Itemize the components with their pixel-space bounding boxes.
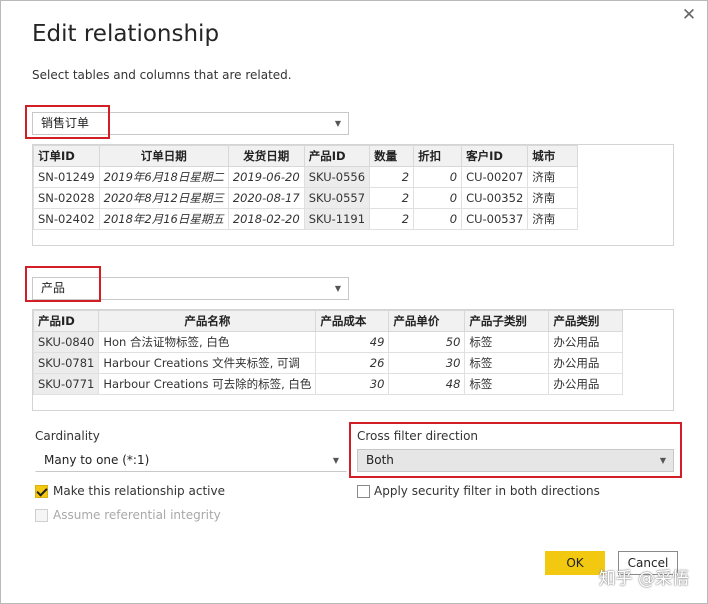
table-cell: CU-00352 bbox=[461, 187, 529, 209]
column-header[interactable]: 产品ID bbox=[32, 310, 100, 332]
chevron-down-icon: ▼ bbox=[332, 456, 339, 465]
column-header[interactable]: 客户ID bbox=[461, 145, 529, 167]
column-header[interactable]: 发货日期 bbox=[227, 145, 305, 167]
table-cell: 办公用品 bbox=[548, 373, 624, 395]
table-cell: SN-02028 bbox=[33, 187, 100, 209]
table-cell: 0 bbox=[413, 187, 463, 209]
table-cell: SKU-0840 bbox=[32, 331, 100, 353]
cross-filter-value: Both bbox=[366, 453, 394, 467]
table-cell: 办公用品 bbox=[548, 331, 624, 353]
security-filter-label[interactable]: Apply security filter in both directions bbox=[374, 484, 600, 498]
table-cell: 2019年6月18日星期二 bbox=[98, 166, 229, 188]
column-header[interactable]: 产品子类别 bbox=[464, 310, 550, 332]
cross-filter-label: Cross filter direction bbox=[357, 429, 479, 443]
table-cell: 2018-02-20 bbox=[227, 208, 305, 230]
table-cell: SKU-0557 bbox=[303, 187, 371, 209]
table2-select-value: 产品 bbox=[41, 281, 66, 295]
table-cell: SKU-0771 bbox=[32, 373, 100, 395]
table-cell: CU-00537 bbox=[461, 208, 529, 230]
cardinality-value: Many to one (*:1) bbox=[44, 453, 150, 467]
table2-select[interactable]: 产品 ▼ bbox=[32, 277, 349, 300]
table-cell: 2020年8月12日星期三 bbox=[98, 187, 229, 209]
table-cell: SKU-0556 bbox=[303, 166, 371, 188]
column-header[interactable]: 产品单价 bbox=[388, 310, 466, 332]
table-cell: 济南 bbox=[527, 187, 579, 209]
security-filter-checkbox[interactable] bbox=[357, 485, 370, 498]
table-cell: Harbour Creations 可去除的标签, 白色 bbox=[98, 373, 317, 395]
table-cell: CU-00207 bbox=[461, 166, 529, 188]
active-checkbox[interactable] bbox=[35, 485, 48, 498]
table-cell: 26 bbox=[315, 352, 390, 374]
table-cell: 2 bbox=[369, 166, 415, 188]
table-cell: 标签 bbox=[464, 352, 550, 374]
table-cell: 2020-08-17 bbox=[227, 187, 305, 209]
table-cell: 30 bbox=[315, 373, 390, 395]
column-header[interactable]: 折扣 bbox=[413, 145, 463, 167]
dialog-subtitle: Select tables and columns that are relat… bbox=[32, 68, 292, 82]
table-cell: SKU-1191 bbox=[303, 208, 371, 230]
referential-integrity-label: Assume referential integrity bbox=[53, 508, 221, 522]
table1-grid: 订单ID 订单日期 发货日期 产品ID 数量 折扣 客户ID 城市 SN-01249 2019年… bbox=[33, 145, 579, 230]
table-row: SKU-0781 Harbour Creations 文件夹标签, 可调 26 30 标… bbox=[32, 352, 624, 374]
table2-grid: 产品ID 产品名称 产品成本 产品单价 产品子类别 产品类别 SKU-0840 Hon 合法… bbox=[32, 310, 624, 395]
column-header[interactable]: 产品类别 bbox=[548, 310, 624, 332]
column-header[interactable]: 数量 bbox=[369, 145, 415, 167]
chevron-down-icon: ▼ bbox=[334, 284, 341, 293]
table-cell: 48 bbox=[388, 373, 466, 395]
table-cell: 2 bbox=[369, 208, 415, 230]
table-cell: Hon 合法证物标签, 白色 bbox=[98, 331, 317, 353]
table-cell: 2 bbox=[369, 187, 415, 209]
column-header[interactable]: 产品ID bbox=[303, 145, 371, 167]
table-row: SKU-0771 Harbour Creations 可去除的标签, 白色 30 48… bbox=[32, 373, 624, 395]
table-cell: 济南 bbox=[527, 208, 579, 230]
table-cell: 50 bbox=[388, 331, 466, 353]
table-cell: 2019-06-20 bbox=[227, 166, 305, 188]
table-cell: 标签 bbox=[464, 373, 550, 395]
table1-select-value: 销售订单 bbox=[41, 116, 90, 130]
column-header[interactable]: 订单日期 bbox=[98, 145, 229, 167]
column-header[interactable]: 城市 bbox=[527, 145, 579, 167]
column-header[interactable]: 产品名称 bbox=[98, 310, 317, 332]
cardinality-label: Cardinality bbox=[35, 429, 100, 443]
table-cell: 标签 bbox=[464, 331, 550, 353]
dialog-title: Edit relationship bbox=[32, 21, 220, 47]
cross-filter-select[interactable]: Both ▼ bbox=[357, 449, 674, 472]
ok-button[interactable]: OK bbox=[545, 551, 605, 575]
referential-integrity-checkbox[interactable] bbox=[35, 509, 48, 522]
table-cell: 0 bbox=[413, 208, 463, 230]
table2-preview: 产品ID 产品名称 产品成本 产品单价 产品子类别 产品类别 SKU-0840 Hon 合法… bbox=[32, 309, 674, 411]
table-cell: 0 bbox=[413, 166, 463, 188]
table-cell: 30 bbox=[388, 352, 466, 374]
cancel-button[interactable]: Cancel bbox=[618, 551, 678, 575]
column-header[interactable]: 订单ID bbox=[33, 145, 100, 167]
column-header[interactable]: 产品成本 bbox=[315, 310, 390, 332]
table-cell: 2018年2月16日星期五 bbox=[98, 208, 229, 230]
table-cell: 济南 bbox=[527, 166, 579, 188]
active-checkbox-label[interactable]: Make this relationship active bbox=[53, 484, 225, 498]
table-cell: SN-02402 bbox=[33, 208, 100, 230]
table1-select[interactable]: 销售订单 ▼ bbox=[32, 112, 349, 135]
table-cell: 49 bbox=[315, 331, 390, 353]
table1-preview: 订单ID 订单日期 发货日期 产品ID 数量 折扣 客户ID 城市 SN-01249 2019年… bbox=[32, 144, 674, 246]
close-icon[interactable]: ✕ bbox=[679, 5, 699, 25]
chevron-down-icon: ▼ bbox=[659, 456, 666, 465]
cardinality-select[interactable]: Many to one (*:1) ▼ bbox=[35, 449, 347, 472]
table-cell: Harbour Creations 文件夹标签, 可调 bbox=[98, 352, 317, 374]
table-row: SN-02402 2018年2月16日星期五 2018-02-20 SKU-1191 2… bbox=[33, 208, 579, 230]
table-cell: SN-01249 bbox=[33, 166, 100, 188]
table-cell: SKU-0781 bbox=[32, 352, 100, 374]
table-row: SKU-0840 Hon 合法证物标签, 白色 49 50 标签 办公用品 bbox=[32, 331, 624, 353]
table-row: SN-02028 2020年8月12日星期三 2020-08-17 SKU-0557 2… bbox=[33, 187, 579, 209]
table-cell: 办公用品 bbox=[548, 352, 624, 374]
table-row: SN-01249 2019年6月18日星期二 2019-06-20 SKU-0556 2… bbox=[33, 166, 579, 188]
chevron-down-icon: ▼ bbox=[334, 119, 341, 128]
edit-relationship-dialog: ✕ Edit relationship Select tables and co… bbox=[0, 0, 708, 604]
